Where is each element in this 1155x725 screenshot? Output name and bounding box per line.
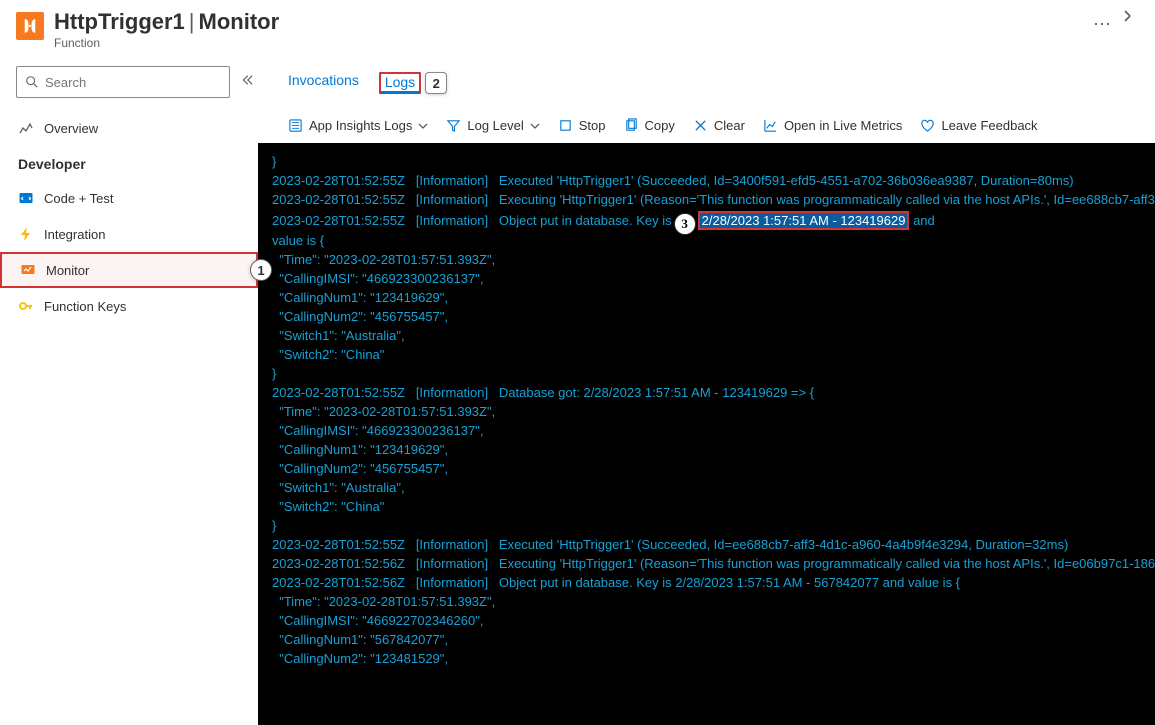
filter-icon: [446, 118, 461, 133]
sidebar-item-label: Overview: [44, 121, 98, 136]
lightning-icon: [18, 226, 34, 242]
sidebar-item-function-keys[interactable]: Function Keys: [0, 288, 258, 324]
callout-2: 2: [425, 72, 447, 94]
list-icon: [288, 118, 303, 133]
chevron-down-icon: [530, 121, 540, 131]
stop-button[interactable]: Stop: [558, 118, 606, 133]
page-subtitle: Function: [54, 36, 1085, 50]
tab-invocations[interactable]: Invocations: [288, 72, 359, 94]
sidebar-item-label: Code + Test: [44, 191, 114, 206]
sidebar-item-monitor[interactable]: Monitor: [0, 252, 258, 288]
sidebar-section-developer: Developer: [0, 146, 258, 180]
monitor-icon: [20, 262, 36, 278]
search-icon: [25, 75, 39, 89]
search-input[interactable]: [16, 66, 230, 98]
log-console[interactable]: } 2023-02-28T01:52:55Z [Information] Exe…: [258, 143, 1155, 725]
overview-icon: [18, 120, 34, 136]
log-text-post: and value is { "Time": "2023-02-28T01:57…: [272, 213, 1155, 666]
app-insights-button[interactable]: App Insights Logs: [288, 118, 428, 133]
highlighted-key: 2/28/2023 1:57:51 AM - 123419629: [698, 211, 910, 230]
log-level-button[interactable]: Log Level: [446, 118, 539, 133]
collapse-sidebar-icon[interactable]: [240, 73, 254, 92]
copy-button[interactable]: Copy: [624, 118, 675, 133]
sidebar-item-label: Integration: [44, 227, 105, 242]
page-title: HttpTrigger1|Monitor: [54, 8, 1085, 36]
more-menu[interactable]: ⋯: [1093, 14, 1111, 35]
copy-icon: [624, 118, 639, 133]
key-icon: [18, 298, 34, 314]
tab-bar: Invocations Logs 2: [258, 54, 1155, 94]
chart-icon: [763, 118, 778, 133]
clear-button[interactable]: Clear: [693, 118, 745, 133]
callout-1: 1: [250, 259, 272, 281]
callout-3: 3: [674, 213, 696, 235]
live-metrics-button[interactable]: Open in Live Metrics: [763, 118, 903, 133]
chevron-down-icon: [418, 121, 428, 131]
close-icon[interactable]: [1111, 8, 1139, 29]
sidebar-item-label: Monitor: [46, 263, 89, 278]
stop-icon: [558, 118, 573, 133]
clear-icon: [693, 118, 708, 133]
sidebar-item-label: Function Keys: [44, 299, 126, 314]
feedback-button[interactable]: Leave Feedback: [920, 118, 1037, 133]
sidebar-item-code-test[interactable]: Code + Test: [0, 180, 258, 216]
heart-icon: [920, 118, 935, 133]
sidebar-item-integration[interactable]: Integration: [0, 216, 258, 252]
sidebar: Overview Developer Code + Test Integrati…: [0, 54, 258, 725]
function-icon: [16, 12, 44, 40]
sidebar-item-overview[interactable]: Overview: [0, 110, 258, 146]
toolbar: App Insights Logs Log Level Stop Copy Cl…: [258, 94, 1155, 143]
tab-logs[interactable]: Logs: [379, 72, 421, 94]
code-icon: [18, 190, 34, 206]
